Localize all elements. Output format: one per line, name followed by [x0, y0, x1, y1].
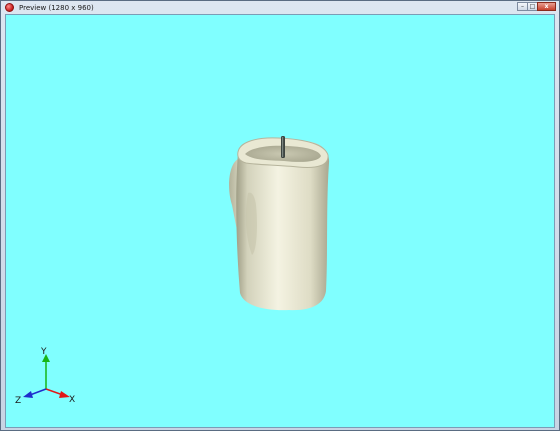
rod-highlight — [282, 137, 284, 157]
preview-window: Preview (1280 x 960) – □ x Y X Z — [0, 0, 560, 431]
x-axis-label: X — [69, 395, 75, 405]
pitcher-model[interactable] — [229, 136, 330, 311]
z-axis-arrow — [23, 391, 33, 398]
window-title: Preview (1280 x 960) — [19, 3, 94, 12]
z-axis-label: Z — [15, 396, 21, 406]
close-button[interactable]: x — [537, 2, 556, 11]
scene-canvas: Y X Z — [15, 136, 330, 406]
axis-gizmo: Y X Z — [15, 347, 75, 406]
app-icon[interactable] — [5, 3, 14, 12]
z-axis-line — [29, 388, 47, 396]
y-axis-label: Y — [40, 347, 47, 357]
3d-viewport[interactable]: Y X Z — [5, 14, 555, 428]
window-controls: – □ x — [517, 2, 556, 11]
title-bar[interactable]: Preview (1280 x 960) – □ x — [1, 1, 559, 14]
